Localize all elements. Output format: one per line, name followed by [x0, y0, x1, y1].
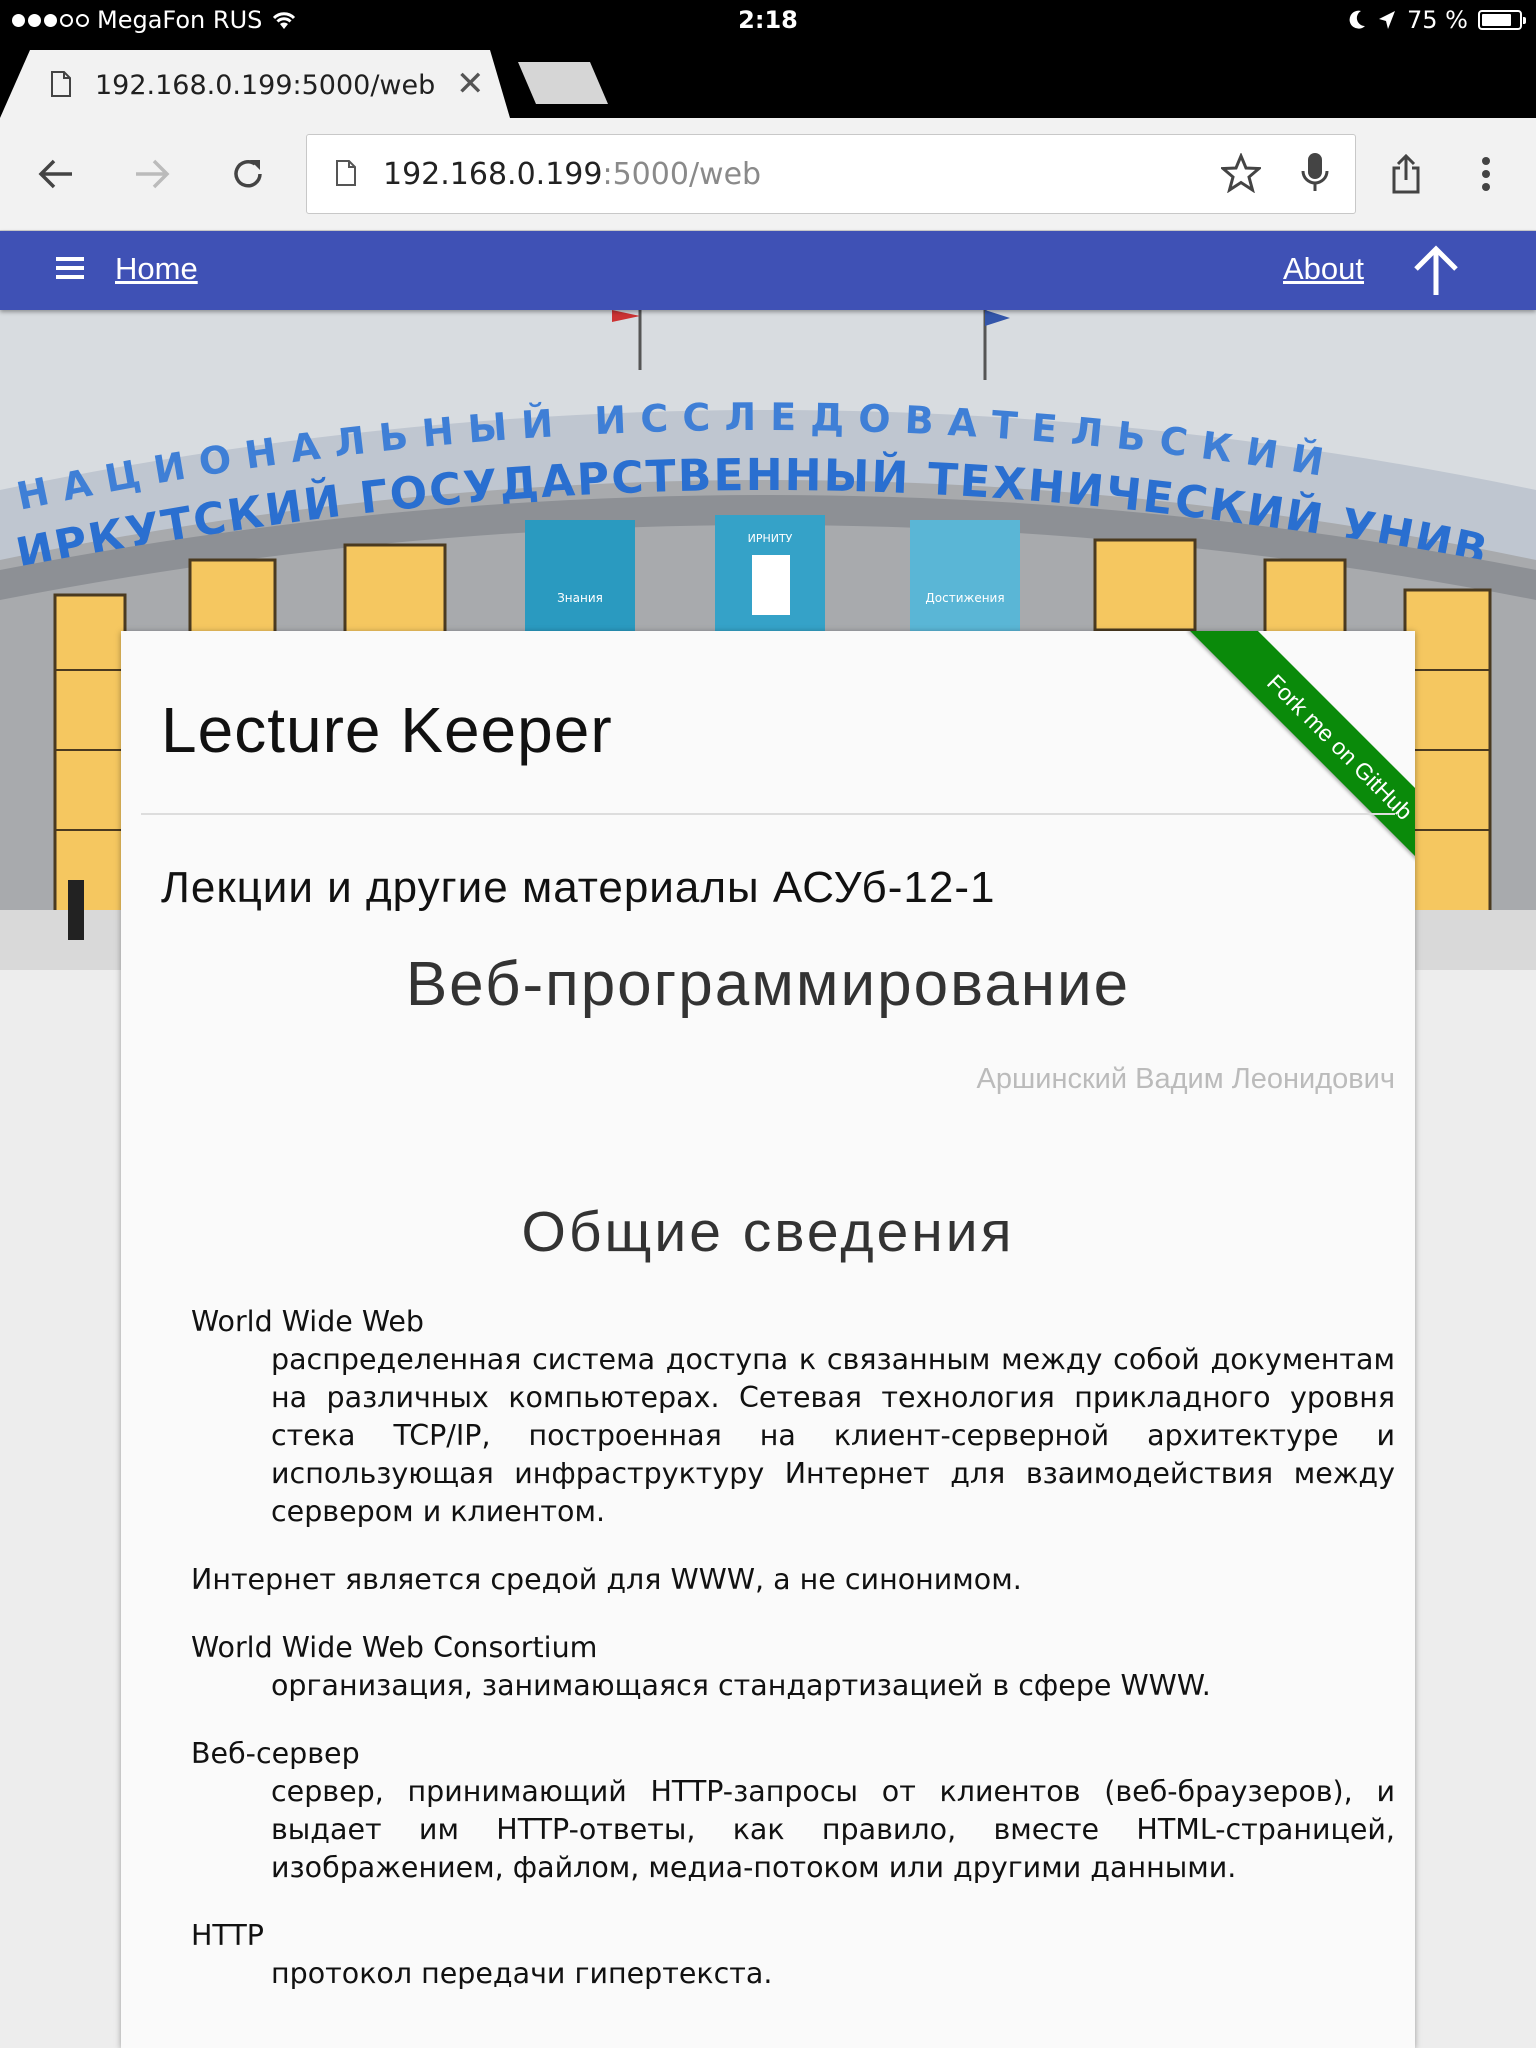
forward-arrow-icon: [136, 159, 170, 189]
tab-title: 192.168.0.199:5000/web: [95, 70, 436, 101]
new-tab-button[interactable]: [518, 62, 608, 104]
banner-right-text: Достижения: [925, 591, 1004, 605]
page-icon: [51, 71, 71, 97]
site-navbar: Home About: [0, 231, 1536, 310]
back-button[interactable]: [30, 148, 82, 200]
author-name: Аршинский Вадим Леонидович: [976, 1063, 1395, 1095]
section-title: Общие сведения: [521, 1200, 1015, 1264]
bookmark-star-icon[interactable]: [1221, 153, 1261, 193]
title-divider: [141, 813, 1395, 815]
fork-me-ribbon[interactable]: Fork me on GitHub: [1188, 631, 1415, 899]
home-link[interactable]: Home: [115, 251, 198, 287]
definition-description: сервер, принимающий HTTP-запросы от клие…: [271, 1775, 1395, 1884]
hamburger-menu-icon[interactable]: [56, 255, 86, 281]
about-link[interactable]: About: [1283, 251, 1364, 287]
url-text: 192.168.0.199:5000/web: [383, 157, 762, 192]
paragraph: Интернет является средой для WWW, а не с…: [191, 1563, 1022, 1596]
share-icon: [1392, 154, 1420, 194]
battery-icon: [1478, 10, 1526, 30]
definition-description: организация, занимающаяся стандартизацие…: [271, 1669, 1211, 1702]
moon-icon: [1349, 10, 1366, 29]
definition-list: World Wide Web распределенная система до…: [191, 1303, 1395, 2023]
share-button[interactable]: [1380, 148, 1432, 200]
banner-mid-text: ИРНИТУ: [748, 532, 793, 545]
site-title: Lecture Keeper: [161, 694, 613, 766]
forward-button[interactable]: [126, 148, 178, 200]
battery-label: 75 %: [1407, 6, 1468, 34]
browser-toolbar: 192.168.0.199:5000/web: [0, 118, 1536, 231]
page-icon: [336, 160, 356, 186]
close-tab-icon[interactable]: ✕: [456, 64, 485, 104]
definition-term: HTTP: [191, 1919, 264, 1952]
microphone-icon[interactable]: [1299, 151, 1331, 195]
definition-term: Веб-сервер: [191, 1737, 360, 1770]
status-bar: MegaFon RUS 2:18 75 %: [0, 0, 1536, 42]
definition-description: распределенная система доступа к связанн…: [271, 1343, 1395, 1528]
banner-left-text: Знания: [557, 591, 603, 605]
tab-strip: 192.168.0.199:5000/web ✕: [0, 42, 1536, 118]
page-subtitle: Лекции и другие материалы АСУб-12-1: [161, 863, 996, 912]
overflow-menu-button[interactable]: [1460, 148, 1512, 200]
github-ribbon[interactable]: Fork me on GitHub: [1135, 631, 1415, 911]
more-vert-icon: [1482, 157, 1490, 191]
status-right: 75 %: [1347, 6, 1526, 34]
reload-button[interactable]: [222, 148, 274, 200]
arrow-up-icon[interactable]: [1408, 243, 1464, 299]
location-icon: [1379, 11, 1396, 29]
clock: 2:18: [738, 6, 798, 34]
reload-icon: [234, 160, 262, 188]
definition-term: World Wide Web Consortium: [191, 1631, 598, 1664]
back-arrow-icon: [38, 159, 72, 189]
definition-term: World Wide Web: [191, 1305, 425, 1338]
content-card: Fork me on GitHub Lecture Keeper Лекции …: [121, 631, 1415, 2048]
tab-active[interactable]: 192.168.0.199:5000/web ✕: [0, 50, 510, 118]
course-title: Веб-программирование: [405, 950, 1131, 1019]
address-bar[interactable]: 192.168.0.199:5000/web: [306, 134, 1356, 214]
definition-description: протокол передачи гипертекста.: [271, 1957, 773, 1990]
